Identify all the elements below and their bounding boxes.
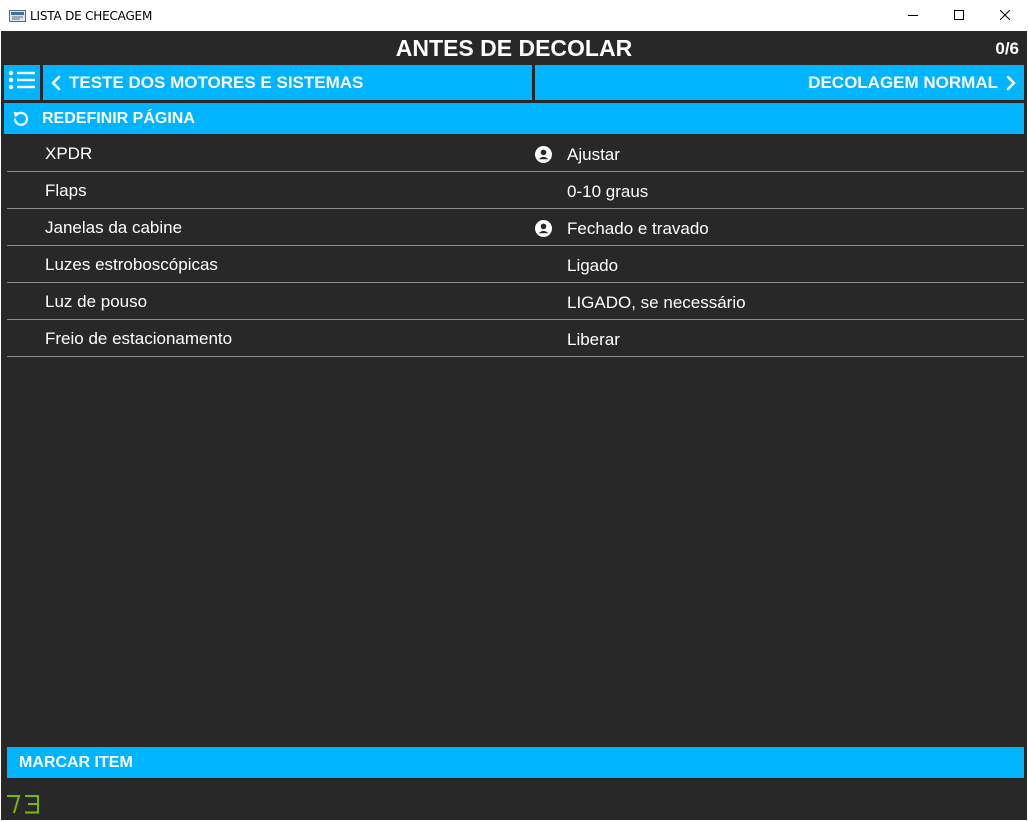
item-value: 0-10 graus xyxy=(567,182,649,201)
close-button[interactable] xyxy=(982,0,1028,31)
checklist-item[interactable]: Luz de pouso LIGADO, se necessário xyxy=(7,283,1024,320)
item-label: Freio de estacionamento xyxy=(45,329,233,348)
checklist-item[interactable]: Janelas da cabine Fechado e travado xyxy=(7,209,1024,246)
checklist-item[interactable]: XPDR Ajustar xyxy=(7,135,1024,172)
person-icon xyxy=(535,146,552,163)
item-value: Ligado xyxy=(567,256,619,275)
checklist: XPDR Ajustar Flaps 0-10 graus Janelas da… xyxy=(7,135,1024,357)
menu-button[interactable] xyxy=(4,65,40,100)
app-checklist-icon xyxy=(9,9,26,22)
progress-counter: 0/6 xyxy=(995,39,1019,58)
item-label: Janelas da cabine xyxy=(45,218,183,237)
item-label: Luzes estroboscópicas xyxy=(45,255,218,274)
reset-icon xyxy=(12,110,30,128)
reset-page-label: REDEFINIR PÁGINA xyxy=(42,109,195,127)
item-value: LIGADO, se necessário xyxy=(567,293,746,312)
item-value: Fechado e travado xyxy=(567,219,709,238)
item-value: Ajustar xyxy=(567,145,620,164)
checklist-item[interactable]: Freio de estacionamento Liberar xyxy=(7,320,1024,357)
maximize-button[interactable] xyxy=(936,0,982,31)
previous-page-label: TESTE DOS MOTORES E SISTEMAS xyxy=(69,72,364,92)
minimize-button[interactable] xyxy=(890,0,936,31)
page-title: ANTES DE DECOLAR xyxy=(395,35,633,61)
item-label: Luz de pouso xyxy=(45,292,148,311)
close-icon xyxy=(999,7,1011,25)
chevron-left-icon xyxy=(51,75,61,91)
vendor-logo-icon xyxy=(6,794,40,819)
checklist-item[interactable]: Flaps 0-10 graus xyxy=(7,172,1024,209)
reset-page-button[interactable]: REDEFINIR PÁGINA xyxy=(4,103,1024,134)
window-titlebar: LISTA DE CHECAGEM xyxy=(0,0,1028,31)
chevron-right-icon xyxy=(1006,75,1016,91)
item-label: XPDR xyxy=(45,144,93,163)
person-icon xyxy=(535,220,552,237)
item-value: Liberar xyxy=(567,330,620,349)
list-menu-icon xyxy=(8,69,36,96)
minimize-icon xyxy=(908,7,918,25)
maximize-icon xyxy=(954,7,964,25)
checklist-app: ANTES DE DECOLAR 0/6 TESTE DOS MOTORES E… xyxy=(1,31,1027,820)
mark-item-label: MARCAR ITEM xyxy=(19,753,133,771)
checklist-item[interactable]: Luzes estroboscópicas Ligado xyxy=(7,246,1024,283)
previous-page-button[interactable]: TESTE DOS MOTORES E SISTEMAS xyxy=(43,65,532,100)
next-page-button[interactable]: DECOLAGEM NORMAL xyxy=(535,65,1024,100)
next-page-label: DECOLAGEM NORMAL xyxy=(808,72,998,92)
item-label: Flaps xyxy=(45,181,87,200)
mark-item-button[interactable]: MARCAR ITEM xyxy=(7,747,1024,778)
window-title: LISTA DE CHECAGEM xyxy=(30,9,153,23)
